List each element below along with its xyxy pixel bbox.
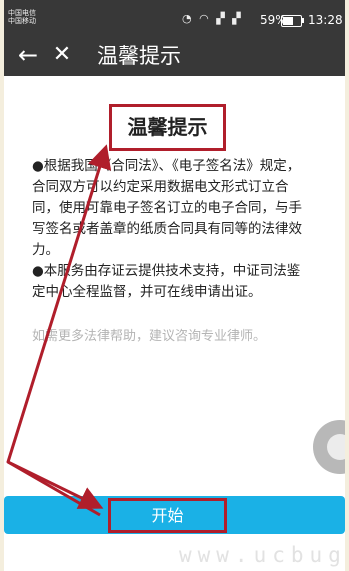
watermark: www.ucbug.cc — [179, 543, 345, 567]
close-icon[interactable]: ✕ — [49, 41, 75, 69]
notice-heading: 温馨提示 — [127, 115, 208, 139]
start-highlight-box[interactable]: 开始 — [108, 498, 227, 533]
carrier-info: 中国电信 中国移动 — [8, 9, 36, 25]
page-title: 温馨提示 — [97, 44, 181, 68]
notice-paragraph-2: ●本服务由存证云提供技术支持，中证司法鉴定中心全程监督，并可在线申请出证。 — [32, 263, 301, 300]
carrier-line-2: 中国移动 — [8, 17, 36, 25]
start-button-label: 开始 — [151, 506, 184, 525]
back-icon[interactable]: ← — [14, 41, 42, 69]
notice-body: ●根据我国《合同法》、《电子签名法》规定，合同双方可以约定采用数据电文形式订立合… — [32, 156, 310, 303]
carrier-line-1: 中国电信 — [8, 9, 36, 17]
floating-assistive-button[interactable] — [313, 420, 345, 474]
battery-icon — [281, 15, 302, 27]
battery-terminal — [302, 18, 304, 23]
legal-help-hint: 如需更多法律帮助，建议咨询专业律师。 — [32, 329, 267, 344]
status-time: 13:28 — [308, 13, 343, 27]
heading-highlight-box: 温馨提示 — [109, 104, 226, 151]
notice-paragraph-1: ●根据我国《合同法》、《电子签名法》规定，合同双方可以约定采用数据电文形式订立合… — [32, 158, 302, 258]
status-icons: ◔ ◠ ▞ ▞ — [182, 12, 243, 25]
status-bar: 中国电信 中国移动 ◔ ◠ ▞ ▞ 59% 13:28 — [4, 0, 345, 36]
phone-screen: 中国电信 中国移动 ◔ ◠ ▞ ▞ 59% 13:28 ← ✕ 温馨提示 温馨提… — [4, 0, 345, 571]
app-bar: ← ✕ 温馨提示 — [4, 36, 345, 76]
